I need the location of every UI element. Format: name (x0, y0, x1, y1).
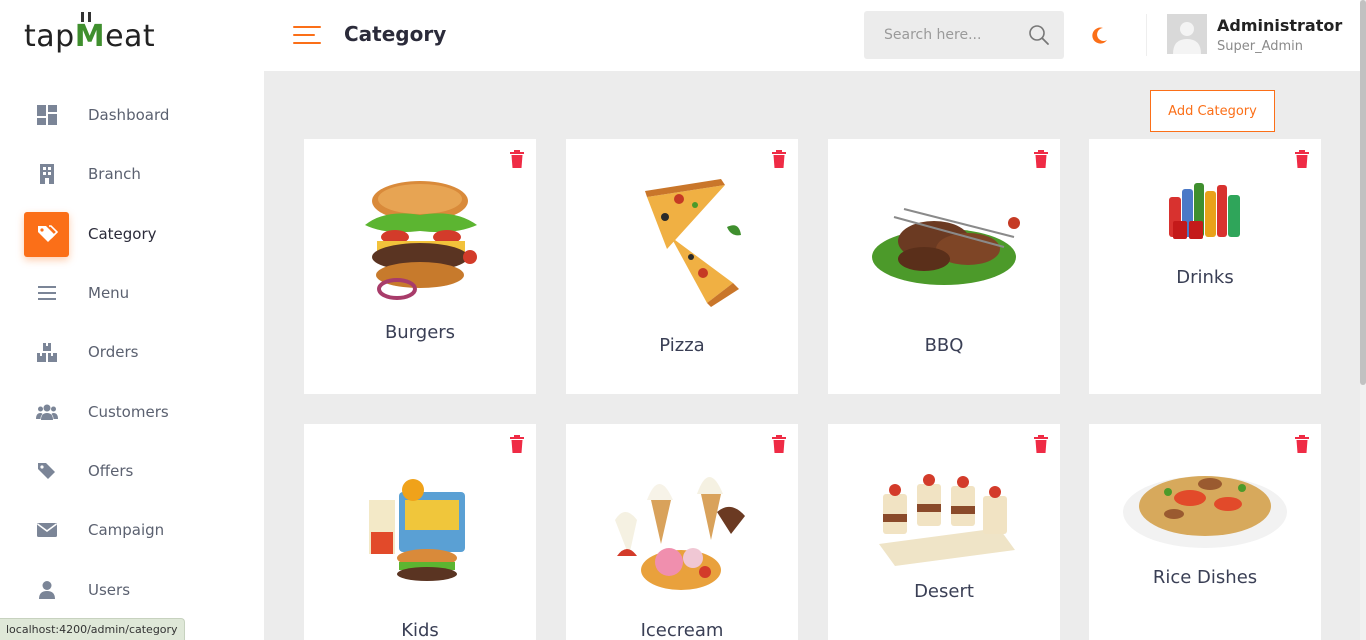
top-header: Category Administrator Super_Admin (264, 0, 1360, 71)
category-name: BBQ (924, 335, 964, 356)
bars-icon (24, 271, 69, 316)
app-logo[interactable]: tap Meat (24, 11, 156, 58)
category-card-pizza[interactable]: Pizza (566, 139, 798, 394)
building-icon (24, 152, 69, 197)
category-name: Pizza (659, 335, 705, 356)
trash-icon[interactable] (509, 150, 525, 168)
boxes-icon (24, 330, 69, 375)
icecream-image (615, 477, 745, 590)
logo-text-start: tap (24, 18, 75, 54)
sidebar-item-offers[interactable]: Offers (0, 448, 264, 494)
avatar[interactable] (1167, 14, 1207, 54)
sidebar-item-label: Dashboard (88, 106, 170, 124)
user-role: Super_Admin (1217, 39, 1304, 54)
trash-icon[interactable] (1294, 435, 1310, 453)
trash-icon[interactable] (771, 435, 787, 453)
category-card-rice-dishes[interactable]: Rice Dishes (1089, 424, 1321, 640)
sidebar-item-label: Menu (88, 284, 130, 302)
dashboard-icon (24, 93, 69, 138)
rice-dish-image (1123, 476, 1287, 548)
sidebar-item-category[interactable]: Category (0, 211, 264, 257)
sidebar: tapMeat Dashboard Branch Category Menu (0, 0, 264, 640)
category-card-desert[interactable]: Desert (828, 424, 1060, 640)
logo-text-end: eat (105, 18, 156, 54)
envelope-icon (24, 508, 69, 553)
pizza-image (645, 179, 741, 307)
sidebar-item-label: Users (88, 581, 131, 599)
trash-icon[interactable] (1033, 150, 1049, 168)
kids-meal-image (369, 479, 465, 581)
category-card-bbq[interactable]: BBQ (828, 139, 1060, 394)
sidebar-item-branch[interactable]: Branch (0, 151, 264, 197)
trash-icon[interactable] (1033, 435, 1049, 453)
page-title: Category (344, 22, 447, 46)
trash-icon[interactable] (1294, 150, 1310, 168)
sidebar-item-label: Category (88, 225, 157, 243)
category-name: Kids (401, 620, 439, 640)
users-icon (24, 390, 69, 435)
category-name: Burgers (384, 322, 456, 343)
trash-icon[interactable] (509, 435, 525, 453)
user-name[interactable]: Administrator (1217, 16, 1342, 35)
category-name: Desert (914, 581, 974, 602)
sidebar-item-label: Customers (88, 403, 169, 421)
user-icon (24, 568, 69, 613)
sidebar-item-customers[interactable]: Customers (0, 389, 264, 435)
search-box (864, 11, 1064, 59)
bbq-image (872, 208, 1020, 285)
sidebar-item-users[interactable]: Users (0, 567, 264, 613)
sidebar-item-orders[interactable]: Orders (0, 329, 264, 375)
page-scrollbar[interactable] (1360, 0, 1366, 640)
tags-icon (24, 211, 69, 257)
drinks-image (1169, 183, 1240, 239)
category-name: Drinks (1176, 267, 1234, 288)
sidebar-item-menu[interactable]: Menu (0, 270, 264, 316)
tag-icon (24, 449, 69, 494)
category-card-burgers[interactable]: Burgers (304, 139, 536, 394)
search-input[interactable] (864, 11, 1024, 59)
category-card-icecream[interactable]: Icecream (566, 424, 798, 640)
logo-mark: M (74, 11, 106, 54)
category-name: Icecream (640, 620, 724, 640)
category-card-drinks[interactable]: Drinks (1089, 139, 1321, 394)
category-card-kids[interactable]: Kids (304, 424, 536, 640)
sidebar-item-dashboard[interactable]: Dashboard (0, 92, 264, 138)
sidebar-item-campaign[interactable]: Campaign (0, 507, 264, 553)
status-bar-url: localhost:4200/admin/category (0, 618, 185, 640)
dark-mode-toggle-icon[interactable] (1090, 25, 1110, 45)
desert-image (879, 474, 1015, 566)
header-divider (1146, 14, 1147, 56)
sidebar-item-label: Campaign (88, 521, 165, 539)
category-name: Rice Dishes (1152, 567, 1258, 588)
sidebar-item-label: Branch (88, 165, 141, 183)
add-category-button[interactable]: Add Category (1150, 90, 1275, 132)
search-icon[interactable] (1028, 24, 1050, 46)
menu-toggle-button[interactable] (293, 24, 321, 46)
sidebar-item-label: Offers (88, 462, 134, 480)
sidebar-item-label: Orders (88, 343, 139, 361)
burger-image (365, 181, 477, 300)
trash-icon[interactable] (771, 150, 787, 168)
